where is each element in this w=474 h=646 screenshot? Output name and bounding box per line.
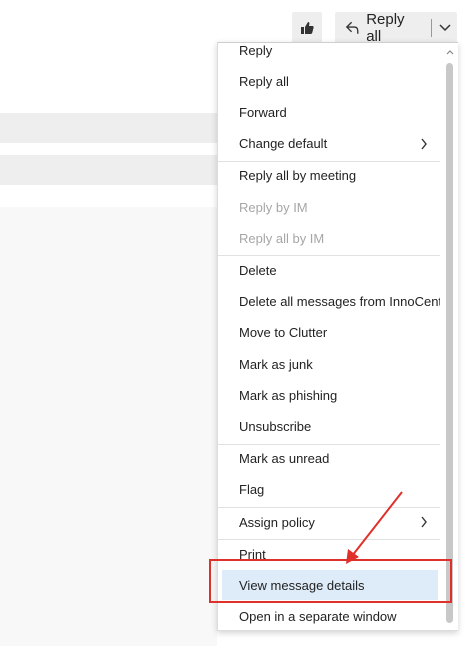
more-reply-options-button[interactable] [432, 12, 457, 44]
reply-all-label: Reply all [366, 11, 405, 45]
menu-item-label: Reply all [239, 73, 289, 89]
menu-item-assign-policy[interactable]: Assign policy [218, 507, 440, 537]
menu-item-move-to-clutter[interactable]: Move to Clutter [218, 318, 440, 348]
menu-item-reply-all-by-meeting[interactable]: Reply all by meeting [218, 161, 440, 191]
menu-item-mark-as-junk[interactable]: Mark as junk [218, 349, 440, 379]
background-bar [0, 113, 217, 143]
menu-item-label: Mark as junk [239, 356, 313, 372]
menu-item-reply[interactable]: Reply [218, 42, 440, 65]
menu-item-delete-all-messages-from-innocentiv[interactable]: Delete all messages from InnoCentiv [218, 287, 440, 317]
menu-item-label: Flag [239, 482, 265, 498]
menu-item-delete[interactable]: Delete [218, 255, 440, 285]
menu-item-change-default[interactable]: Change default [218, 129, 440, 159]
menu-item-unsubscribe[interactable]: Unsubscribe [218, 411, 440, 441]
chevron-right-icon [421, 516, 427, 528]
menu-item-label: Delete all messages from InnoCentiv [239, 294, 440, 310]
menu-item-label: Forward [239, 104, 287, 120]
menu-item-label: Reply [239, 42, 273, 58]
menu-item-mark-as-unread[interactable]: Mark as unread [218, 444, 440, 474]
menu-item-reply-all-by-im: Reply all by IM [218, 223, 440, 253]
reply-all-button[interactable]: Reply all [335, 11, 421, 45]
menu-item-flag[interactable]: Flag [218, 475, 440, 505]
menu-item-label: Unsubscribe [239, 418, 312, 434]
menu-item-open-in-a-separate-window[interactable]: Open in a separate window [218, 602, 440, 630]
reply-actions-menu: Reply Reply all Forward Change default Reply… [217, 42, 458, 631]
menu-item-label: Move to Clutter [239, 325, 328, 341]
reply-all-icon [345, 21, 359, 34]
menu-item-label: Delete [239, 262, 277, 278]
chevron-down-icon [439, 24, 451, 32]
chevron-right-icon [421, 138, 427, 150]
menu-item-forward[interactable]: Forward [218, 97, 440, 127]
menu-item-mark-as-phishing[interactable]: Mark as phishing [218, 380, 440, 410]
menu-item-reply-all[interactable]: Reply all [218, 66, 440, 96]
menu-item-label: Mark as phishing [239, 387, 338, 403]
annotation-highlight-box [209, 559, 452, 603]
background-bar [0, 155, 217, 185]
thumbs-up-icon [301, 22, 314, 34]
menu-item-label: Mark as unread [239, 451, 330, 467]
scroll-up-icon[interactable] [444, 47, 456, 57]
scrollbar-thumb[interactable] [446, 63, 453, 623]
background-panel [0, 207, 217, 646]
menu-item-label: Open in a separate window [239, 609, 397, 625]
menu-item-label: Reply all by IM [239, 230, 325, 246]
menu-item-label: Reply all by meeting [239, 168, 357, 184]
like-button[interactable] [292, 12, 322, 44]
menu-item-label: Change default [239, 136, 328, 152]
menu-item-label: Reply by IM [239, 199, 308, 215]
menu-item-reply-by-im: Reply by IM [218, 192, 440, 222]
reply-all-split-button: Reply all [335, 11, 457, 45]
menu-item-label: Assign policy [239, 514, 315, 530]
